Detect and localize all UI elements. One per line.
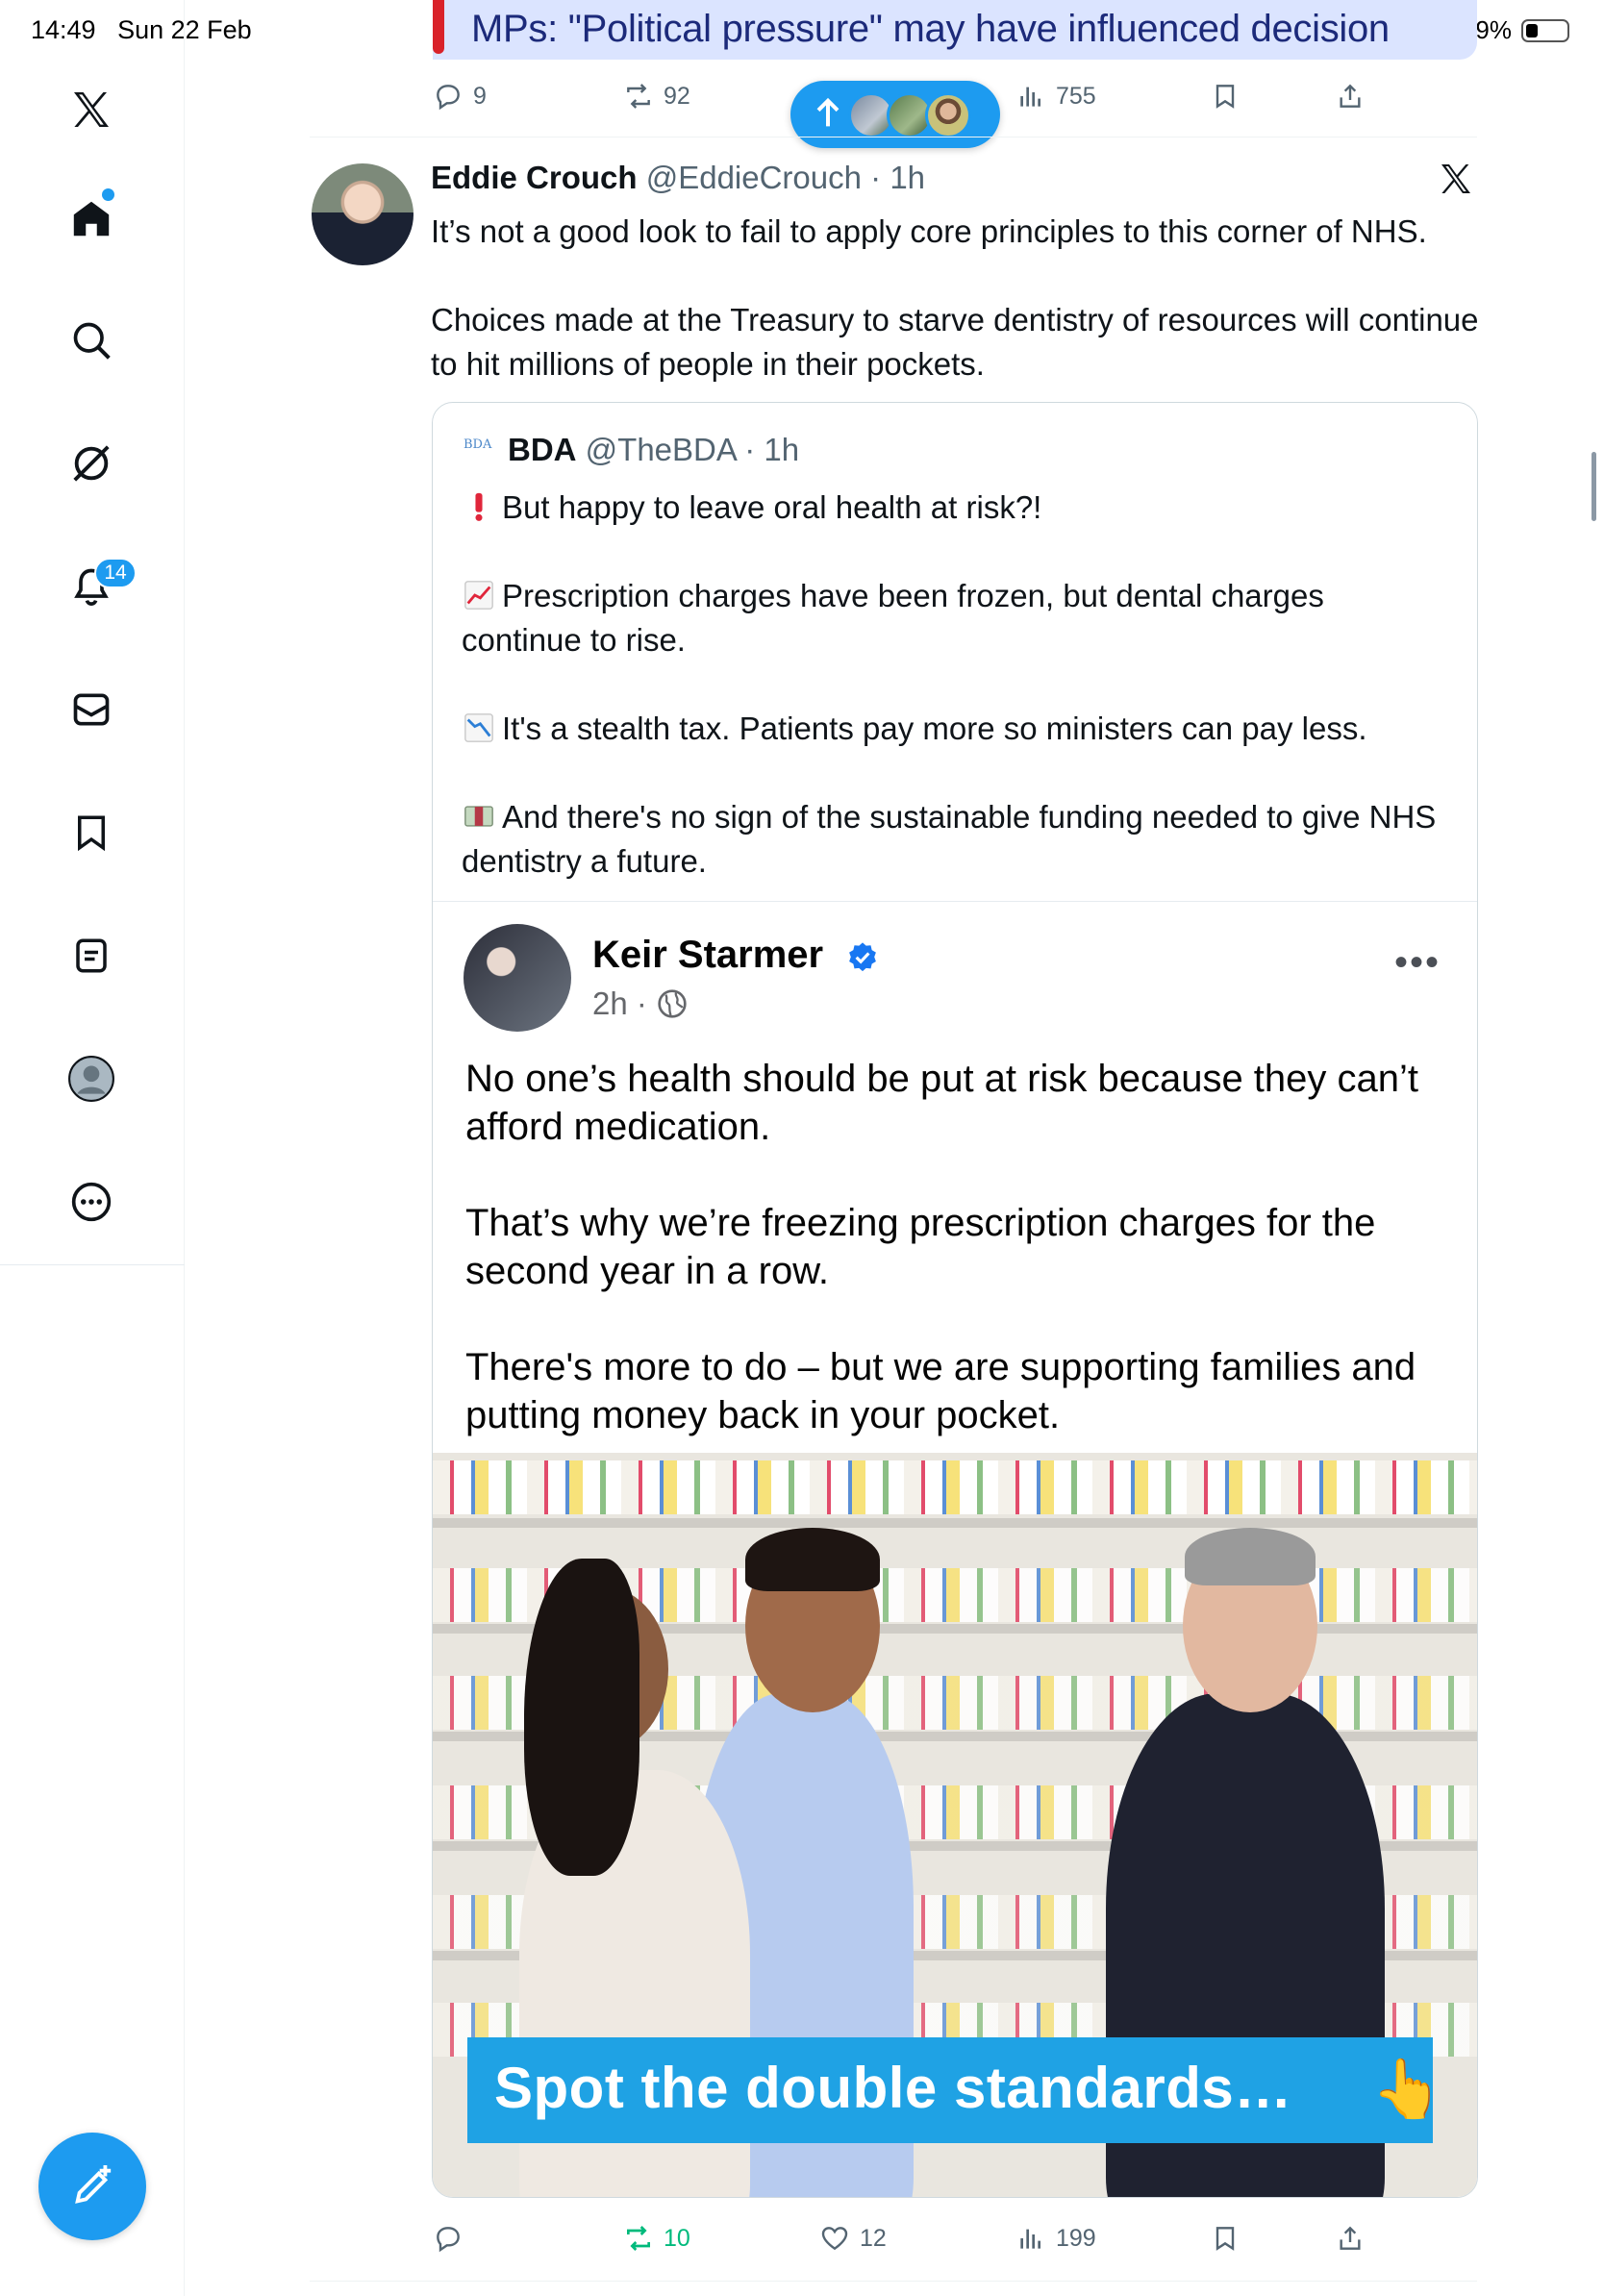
repost-icon <box>627 84 650 109</box>
quote-line-text: And there's no sign of the sustainable f… <box>462 799 1437 879</box>
globe-icon <box>658 989 687 1018</box>
quoted-post[interactable]: BDA BDA @TheBDA · 1h But happy to leave … <box>432 402 1478 2198</box>
bookmark-button[interactable] <box>1210 2223 1241 2254</box>
home-unread-dot <box>102 188 114 201</box>
new-posts-pill[interactable] <box>790 81 1000 148</box>
previous-post-image-banner[interactable]: MPs: "Political pressure" may have influ… <box>433 0 1477 60</box>
suited-man-hair <box>1185 1528 1316 1585</box>
reply-icon <box>437 2227 460 2253</box>
quote-line-text: Prescription charges have been frozen, b… <box>462 578 1324 658</box>
exclamation-emoji-icon <box>475 492 483 521</box>
verified-badge-icon <box>849 942 876 972</box>
quote-line-text: It's a stealth tax. Patients pay more so… <box>502 711 1367 746</box>
author-name[interactable]: Eddie Crouch <box>431 160 638 195</box>
quote-line-text: But happy to leave oral health at risk?! <box>502 489 1042 525</box>
post-time[interactable]: · 1h <box>870 160 925 195</box>
new-post-avatar <box>925 92 971 138</box>
repost-count: 92 <box>664 82 690 110</box>
reply-icon <box>437 85 460 111</box>
views-count: 755 <box>1056 82 1096 110</box>
like-count: 12 <box>860 2224 887 2252</box>
like-button[interactable]: 12 <box>819 2223 887 2254</box>
more-icon[interactable] <box>64 1175 118 1229</box>
repost-button[interactable]: 10 <box>623 2223 690 2254</box>
scrollbar[interactable] <box>1591 452 1596 521</box>
tweet-header: Eddie Crouch @EddieCrouch · 1h <box>431 160 925 196</box>
pharmacist-hair <box>745 1528 880 1591</box>
chart-decreasing-emoji-icon <box>464 713 493 742</box>
post-separator <box>310 2281 1477 2282</box>
share-button-top[interactable] <box>1335 81 1366 112</box>
photo-caption: Spot the double standards… <box>494 2056 1292 2120</box>
views-button[interactable]: 199 <box>1015 2223 1096 2254</box>
tweet-paragraph: It’s not a good look to fail to apply co… <box>431 213 1427 249</box>
quote-line: Prescription charges have been frozen, b… <box>462 574 1452 662</box>
pointing-hand-emoji-icon: 👆 <box>1371 2057 1443 2121</box>
share-button[interactable] <box>1335 2223 1366 2254</box>
share-icon <box>1340 2226 1361 2250</box>
profile-icon[interactable] <box>64 1052 118 1106</box>
quote-header: BDA @TheBDA · 1h <box>508 432 799 468</box>
shelf-products <box>433 1460 1477 1514</box>
banner-red-bar <box>433 0 444 54</box>
compose-post-icon <box>75 2164 112 2204</box>
tweet-paragraph: Choices made at the Treasury to starve d… <box>431 302 1479 382</box>
post-photo[interactable]: Spot the double standards… 👆 <box>433 1453 1477 2197</box>
quote-post-time: · 1h <box>744 432 800 467</box>
woman-hair <box>524 1559 639 1876</box>
reply-count: 9 <box>473 82 487 110</box>
chart-increasing-emoji-icon <box>464 581 493 610</box>
views-button-top[interactable]: 755 <box>1015 81 1096 112</box>
shelf <box>433 1518 1477 1528</box>
banner-headline: MPs: "Political pressure" may have influ… <box>471 8 1390 50</box>
arrow-up-icon <box>816 97 840 127</box>
heart-icon <box>821 2227 848 2251</box>
author-handle[interactable]: @EddieCrouch <box>646 160 862 195</box>
sidebar-nav: 14 <box>0 0 185 2296</box>
embedded-post-avatar <box>464 924 571 1032</box>
list-icon[interactable] <box>64 929 118 983</box>
photo-caption-box: Spot the double standards… 👆 <box>467 2037 1443 2143</box>
bookmark-outline-icon <box>1216 85 1235 109</box>
bookmark-outline-icon <box>1216 2227 1235 2251</box>
quote-author-name: BDA <box>508 432 577 467</box>
avatar[interactable] <box>312 163 414 265</box>
battery-icon <box>1521 18 1569 42</box>
battery-level <box>1526 23 1538 37</box>
quote-line: It's a stealth tax. Patients pay more so… <box>462 707 1452 751</box>
embedded-post-paragraph: No one’s health should be put at risk be… <box>465 1058 1419 1148</box>
tweet-body: It’s not a good look to fail to apply co… <box>431 210 1479 387</box>
share-icon <box>1340 84 1361 108</box>
x-logo-icon[interactable] <box>64 83 118 137</box>
repost-icon <box>627 2226 650 2251</box>
search-icon[interactable] <box>64 313 118 367</box>
bda-logo: BDA <box>464 437 492 452</box>
embedded-post-meta: 2h · <box>592 986 688 1022</box>
repost-count: 10 <box>664 2224 690 2252</box>
sidebar-divider <box>0 1264 185 1265</box>
notifications-badge: 14 <box>94 558 137 588</box>
embedded-post-more: ••• <box>1394 941 1441 984</box>
reply-button-top[interactable]: 9 <box>433 81 487 112</box>
embedded-post-paragraph: That’s why we’re freezing prescription c… <box>465 1202 1376 1292</box>
embedded-post-time: 2h · <box>592 986 647 1021</box>
embedded-post-author: Keir Starmer <box>592 934 824 976</box>
quote-author-handle: @TheBDA <box>585 432 737 467</box>
views-icon <box>1020 2229 1040 2249</box>
views-icon <box>1020 87 1040 107</box>
reply-button[interactable] <box>433 2223 473 2254</box>
embedded-post-paragraph: There's more to do – but we are supporti… <box>465 1346 1416 1436</box>
compose-post-button[interactable] <box>38 2133 146 2240</box>
pound-note-emoji-icon <box>464 806 493 827</box>
bookmark-icon[interactable] <box>64 806 118 860</box>
quote-line: And there's no sign of the sustainable f… <box>462 795 1452 884</box>
bookmark-button-top[interactable] <box>1210 81 1241 112</box>
grok-icon[interactable] <box>64 437 118 490</box>
quote-divider <box>433 901 1477 902</box>
mail-icon[interactable] <box>64 683 118 736</box>
quote-line: But happy to leave oral health at risk?! <box>462 486 1452 530</box>
views-count: 199 <box>1056 2224 1096 2252</box>
repost-button-top[interactable]: 92 <box>623 81 690 112</box>
x-logo-icon <box>1441 164 1470 193</box>
